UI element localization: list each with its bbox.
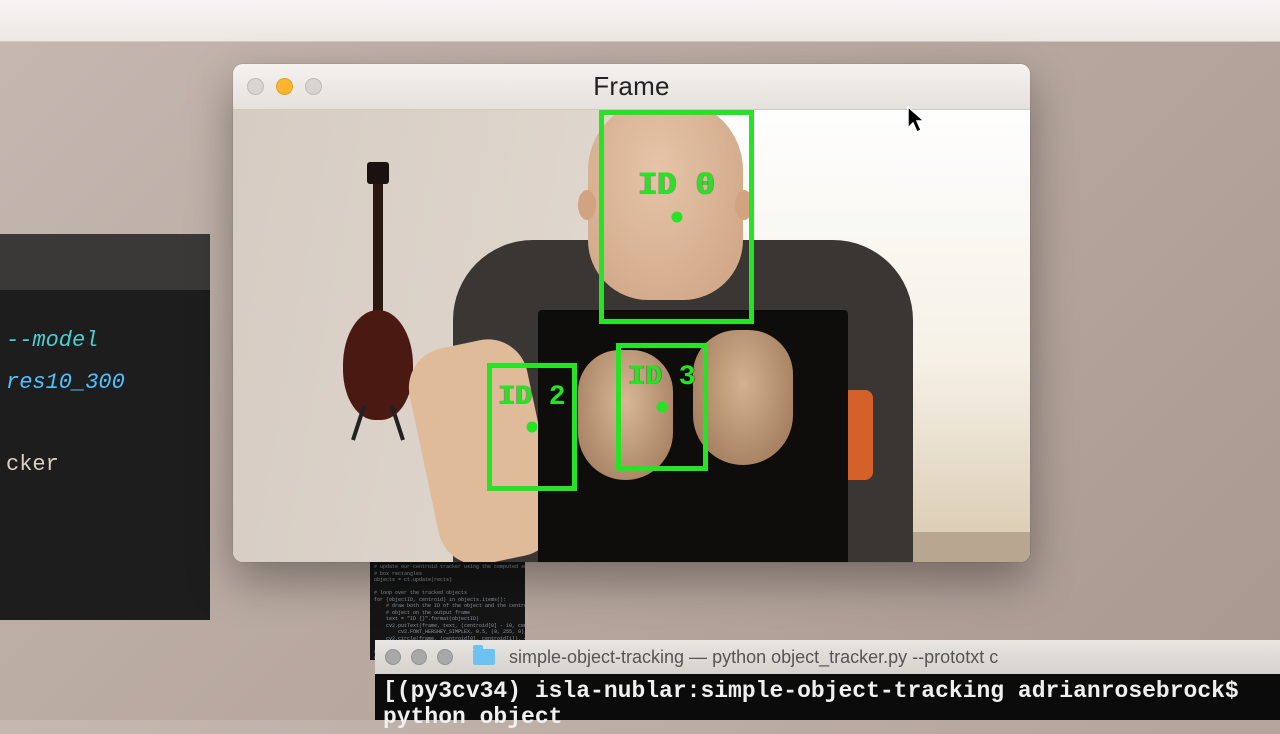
- detection-label: ID 2: [498, 382, 565, 413]
- frame-window[interactable]: Frame ID 0 ID 2 ID 3: [233, 64, 1030, 562]
- centroid-dot: [527, 422, 538, 433]
- terminal-titlebar[interactable]: simple-object-tracking — python object_t…: [375, 640, 1280, 674]
- terminal-output[interactable]: [(py3cv34) isla-nublar:simple-object-tra…: [375, 674, 1280, 734]
- close-icon[interactable]: [385, 649, 401, 665]
- background-terminal: --model res10_300 cker: [0, 290, 210, 620]
- terminal-title: simple-object-tracking — python object_t…: [509, 647, 998, 668]
- folder-icon: [473, 649, 495, 665]
- video-viewport: ID 0 ID 2 ID 3: [233, 110, 1030, 562]
- detection-bbox: ID 3: [616, 343, 708, 471]
- centroid-dot: [671, 212, 682, 223]
- detection-bbox: ID 2: [487, 363, 577, 491]
- maximize-icon[interactable]: [437, 649, 453, 665]
- maximize-icon[interactable]: [305, 78, 322, 95]
- minimize-icon[interactable]: [411, 649, 427, 665]
- close-icon[interactable]: [247, 78, 264, 95]
- minimize-icon[interactable]: [276, 78, 293, 95]
- bg-term-text: res10_300: [6, 370, 125, 395]
- bg-term-kw: --model: [6, 328, 98, 353]
- background-terminal-line: --model res10_300: [6, 320, 204, 404]
- desktop-menubar-region: [0, 0, 1280, 42]
- frame-title: Frame: [233, 71, 1030, 102]
- centroid-dot: [657, 402, 668, 413]
- frame-titlebar[interactable]: Frame: [233, 64, 1030, 110]
- background-terminal-header: [0, 234, 210, 290]
- detection-label: ID 0: [638, 167, 715, 204]
- detection-label: ID 3: [628, 362, 695, 393]
- background-terminal-line: cker: [6, 444, 204, 486]
- terminal-window[interactable]: simple-object-tracking — python object_t…: [375, 640, 1280, 720]
- detection-bbox: ID 0: [599, 110, 754, 324]
